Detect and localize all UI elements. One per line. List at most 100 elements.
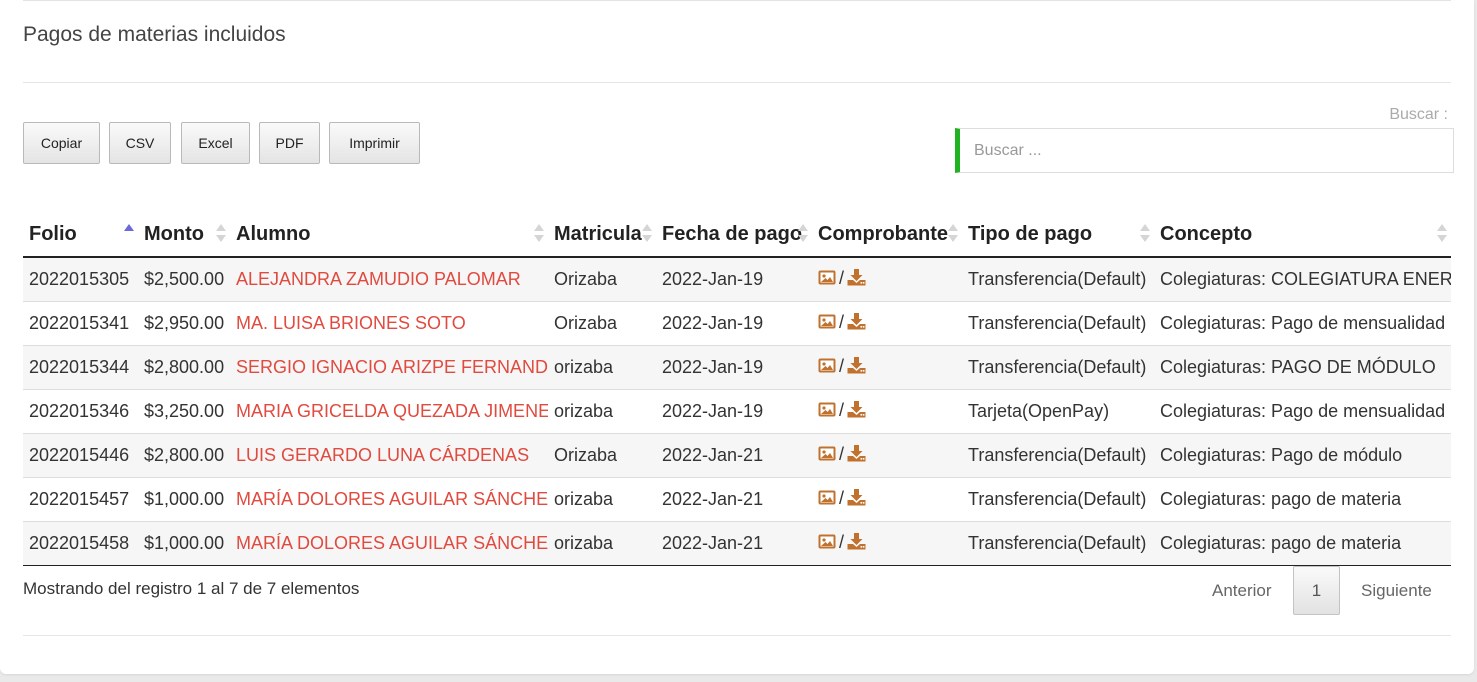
column-header-label: Tipo de pago	[968, 223, 1093, 245]
download-icon[interactable]	[847, 268, 866, 291]
matricula-cell: Orizaba	[548, 256, 656, 302]
column-header-label: Matricula	[554, 223, 642, 245]
alumno-cell[interactable]: LUIS GERARDO LUNA CÁRDENAS	[230, 433, 548, 478]
alumno-cell[interactable]: SERGIO IGNACIO ARIZPE FERNANDEZ	[230, 345, 548, 390]
fecha-cell: 2022-Jan-19	[656, 389, 812, 434]
folio-cell: 2022015458	[23, 521, 138, 566]
column-header-concepto[interactable]: Concepto	[1154, 213, 1451, 258]
column-header-label: Comprobante	[818, 223, 948, 245]
table-row: 2022015458 $1,000.00 MARÍA DOLORES AGUILAR…	[23, 521, 1451, 566]
pagination-page-1[interactable]: 1	[1293, 566, 1340, 615]
sort-icon	[948, 224, 958, 244]
alumno-cell[interactable]: MARIA GRICELDA QUEZADA JIMENEZ	[230, 389, 548, 434]
tipo-cell: Transferencia(Default)	[962, 477, 1154, 522]
image-icon[interactable]	[818, 445, 836, 466]
download-icon[interactable]	[847, 356, 866, 379]
column-header-tipo-de-pago[interactable]: Tipo de pago	[962, 213, 1154, 258]
download-icon[interactable]	[847, 400, 866, 423]
separator: /	[839, 400, 845, 421]
column-header-alumno[interactable]: Alumno	[230, 213, 548, 258]
separator: /	[839, 532, 845, 553]
alumno-cell[interactable]: MARÍA DOLORES AGUILAR SÁNCHEZ	[230, 521, 548, 566]
comprobante-cell: /	[812, 433, 962, 478]
pagination-next[interactable]: Siguiente	[1361, 581, 1432, 601]
column-header-matricula[interactable]: Matricula	[548, 213, 656, 258]
fecha-cell: 2022-Jan-21	[656, 477, 812, 522]
alumno-cell[interactable]: MARÍA DOLORES AGUILAR SÁNCHEZ	[230, 477, 548, 522]
column-header-label: Fecha de pago	[662, 223, 803, 245]
tipo-cell: Transferencia(Default)	[962, 256, 1154, 302]
fecha-cell: 2022-Jan-19	[656, 301, 812, 346]
column-header-monto[interactable]: Monto	[138, 213, 230, 258]
fecha-cell: 2022-Jan-19	[656, 256, 812, 302]
monto-cell: $2,800.00	[138, 433, 230, 478]
column-header-folio[interactable]: Folio	[23, 213, 138, 258]
separator: /	[839, 488, 845, 509]
search-label: Buscar :	[1389, 106, 1448, 123]
concepto-cell: Colegiaturas: Pago de mensualidad	[1154, 389, 1451, 434]
image-icon[interactable]	[818, 269, 836, 290]
concepto-cell: Colegiaturas: Pago de módulo	[1154, 433, 1451, 478]
table-row: 2022015344 $2,800.00 SERGIO IGNACIO ARIZPE…	[23, 345, 1451, 390]
excel-button[interactable]: Excel	[181, 122, 250, 164]
column-header-label: Monto	[144, 223, 204, 245]
folio-cell: 2022015305	[23, 256, 138, 302]
monto-cell: $2,950.00	[138, 301, 230, 346]
tipo-cell: Transferencia(Default)	[962, 345, 1154, 390]
image-icon[interactable]	[818, 313, 836, 334]
csv-button[interactable]: CSV	[109, 122, 171, 164]
separator: /	[839, 356, 845, 377]
tipo-cell: Transferencia(Default)	[962, 521, 1154, 566]
fecha-cell: 2022-Jan-21	[656, 521, 812, 566]
table-row: 2022015341 $2,950.00 MA. LUISA BRIONES SOT…	[23, 301, 1451, 346]
monto-cell: $1,000.00	[138, 521, 230, 566]
image-icon[interactable]	[818, 357, 836, 378]
concepto-cell: Colegiaturas: pago de materia	[1154, 521, 1451, 566]
tipo-cell: Transferencia(Default)	[962, 433, 1154, 478]
fecha-cell: 2022-Jan-21	[656, 433, 812, 478]
image-icon[interactable]	[818, 489, 836, 510]
separator: /	[839, 268, 845, 289]
concepto-cell: Colegiaturas: pago de materia	[1154, 477, 1451, 522]
pagination-previous[interactable]: Anterior	[1212, 581, 1272, 601]
matricula-cell: orizaba	[548, 477, 656, 522]
fecha-cell: 2022-Jan-19	[656, 345, 812, 390]
print-button[interactable]: Imprimir	[329, 122, 420, 164]
alumno-cell[interactable]: ALEJANDRA ZAMUDIO PALOMAR	[230, 256, 548, 302]
folio-cell: 2022015344	[23, 345, 138, 390]
pdf-button[interactable]: PDF	[259, 122, 320, 164]
copy-button[interactable]: Copiar	[23, 122, 100, 164]
folio-cell: 2022015341	[23, 301, 138, 346]
download-icon[interactable]	[847, 532, 866, 555]
search-input[interactable]	[955, 128, 1454, 173]
comprobante-cell: /	[812, 521, 962, 566]
matricula-cell: orizaba	[548, 389, 656, 434]
download-icon[interactable]	[847, 312, 866, 335]
column-header-fecha-de-pago[interactable]: Fecha de pago	[656, 213, 812, 258]
column-header-label: Folio	[29, 223, 77, 245]
monto-cell: $1,000.00	[138, 477, 230, 522]
page-title: Pagos de materias incluidos	[23, 23, 286, 46]
sort-icon	[124, 224, 134, 244]
table-row: 2022015346 $3,250.00 MARIA GRICELDA QUEZAD…	[23, 389, 1451, 434]
sort-icon	[534, 224, 544, 244]
comprobante-cell: /	[812, 389, 962, 434]
table-body: 2022015305 $2,500.00 ALEJANDRA ZAMUDIO PAL…	[23, 256, 1451, 566]
tipo-cell: Transferencia(Default)	[962, 301, 1154, 346]
folio-cell: 2022015457	[23, 477, 138, 522]
concepto-cell: Colegiaturas: PAGO DE MÓDULO	[1154, 345, 1451, 390]
panel-card: Pagos de materias incluidos Copiar CSV E…	[0, 0, 1474, 674]
title-divider	[23, 82, 1451, 83]
folio-cell: 2022015346	[23, 389, 138, 434]
concepto-cell: Colegiaturas: Pago de mensualidad	[1154, 301, 1451, 346]
table-row: 2022015305 $2,500.00 ALEJANDRA ZAMUDIO PAL…	[23, 256, 1451, 302]
matricula-cell: Orizaba	[548, 301, 656, 346]
sort-icon	[642, 224, 652, 244]
column-header-comprobante[interactable]: Comprobante	[812, 213, 962, 258]
image-icon[interactable]	[818, 533, 836, 554]
image-icon[interactable]	[818, 401, 836, 422]
download-icon[interactable]	[847, 488, 866, 511]
footer-divider	[23, 635, 1451, 636]
alumno-cell[interactable]: MA. LUISA BRIONES SOTO	[230, 301, 548, 346]
download-icon[interactable]	[847, 444, 866, 467]
